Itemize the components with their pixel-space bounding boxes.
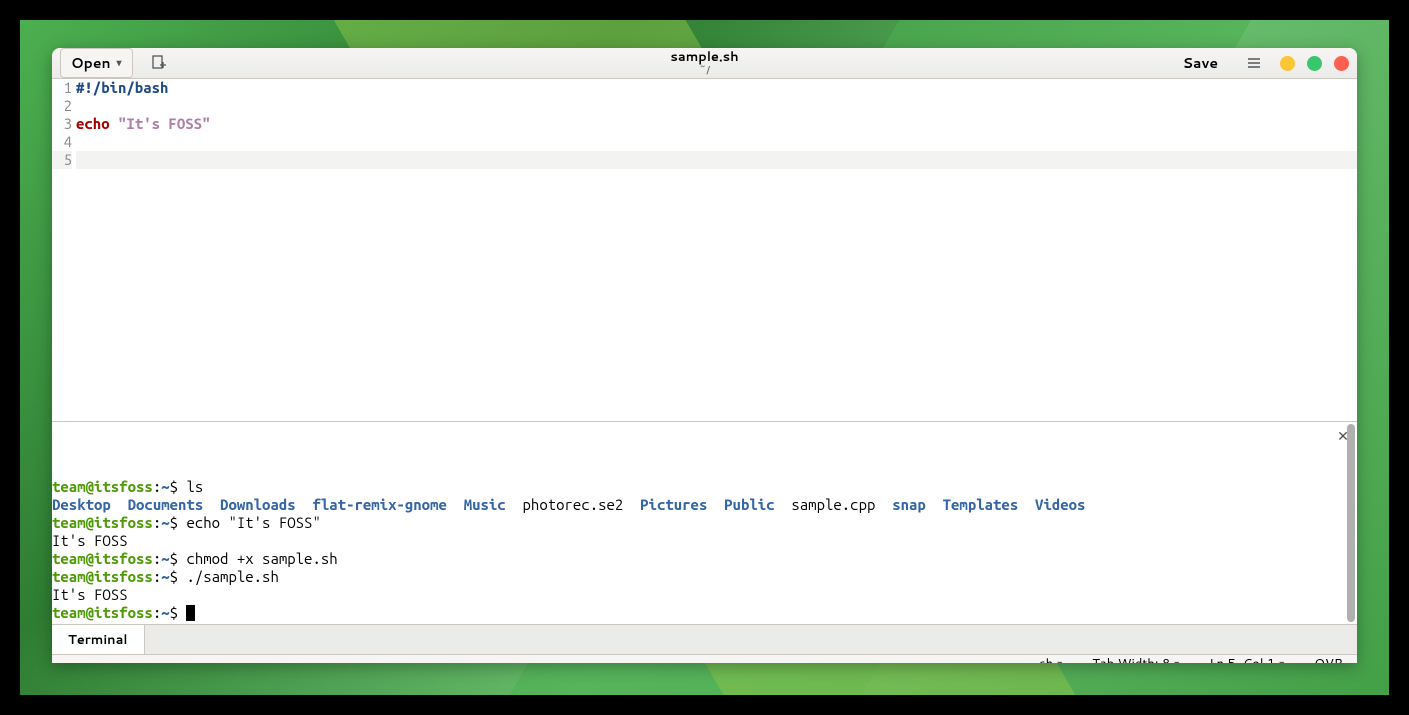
chevron-down-icon: ▾	[1057, 657, 1062, 663]
terminal-line: team@itsfoss:~$ echo "It's FOSS"	[52, 514, 1357, 532]
titlebar-left: Open ▾	[60, 48, 173, 78]
terminal-tab[interactable]: Terminal	[52, 625, 145, 654]
code-content[interactable]: #!/bin/bash echo "It's FOSS"	[76, 79, 1357, 421]
close-button[interactable]	[1334, 56, 1349, 71]
line-number: 4	[52, 133, 72, 151]
titlebar: Open ▾ sample.sh ~/ Save	[52, 48, 1357, 79]
open-button[interactable]: Open ▾	[60, 48, 133, 78]
terminal-scrollbar[interactable]	[1347, 424, 1355, 622]
minimize-button[interactable]	[1280, 56, 1295, 71]
ls-entry: Music	[464, 496, 506, 513]
statusbar: sh ▾ Tab Width: 8 ▾ Ln 5, Col 1 ▾ OVR	[52, 654, 1357, 663]
code-line[interactable]	[76, 151, 1357, 169]
line-number: 2	[52, 97, 72, 115]
maximize-button[interactable]	[1307, 56, 1322, 71]
ls-entry: Pictures	[640, 496, 707, 513]
gedit-window: Open ▾ sample.sh ~/ Save	[52, 48, 1357, 663]
status-insert-mode[interactable]: OVR	[1314, 655, 1343, 663]
terminal-line: Desktop Documents Downloads flat-remix-g…	[52, 496, 1357, 514]
ls-entry: Documents	[128, 496, 204, 513]
code-line[interactable]: #!/bin/bash	[76, 79, 1357, 97]
ls-entry: snap	[892, 496, 926, 513]
ls-entry: Videos	[1035, 496, 1085, 513]
code-line[interactable]	[76, 133, 1357, 151]
editor-area[interactable]: 12345 #!/bin/bash echo "It's FOSS"	[52, 79, 1357, 421]
status-tabwidth-label: Tab Width: 8	[1092, 655, 1170, 663]
ls-entry: flat-remix-gnome	[312, 496, 446, 513]
status-position[interactable]: Ln 5, Col 1 ▾	[1209, 655, 1284, 663]
terminal-close-button[interactable]: ✕	[1331, 424, 1355, 448]
code-line[interactable]: echo "It's FOSS"	[76, 115, 1357, 133]
status-language-label: sh	[1039, 655, 1053, 663]
ls-entry: Templates	[943, 496, 1019, 513]
window-controls	[1280, 56, 1349, 71]
terminal-pane: ✕ team@itsfoss:~$ lsDesktop Documents Do…	[52, 421, 1357, 654]
terminal-line: It's FOSS	[52, 532, 1357, 550]
terminal-line: team@itsfoss:~$	[52, 604, 1357, 622]
status-tabwidth[interactable]: Tab Width: 8 ▾	[1092, 655, 1179, 663]
line-gutter: 12345	[52, 79, 76, 421]
terminal-line: It's FOSS	[52, 586, 1357, 604]
chevron-down-icon: ▾	[1174, 657, 1179, 663]
line-number: 3	[52, 115, 72, 133]
new-tab-button[interactable]	[145, 51, 173, 75]
hamburger-menu-button[interactable]	[1242, 51, 1266, 75]
terminal-cursor	[186, 605, 195, 621]
new-document-icon	[151, 55, 167, 71]
ls-entry: Public	[724, 496, 774, 513]
ls-entry: Desktop	[52, 496, 111, 513]
ls-entry: photorec.se2	[523, 496, 624, 513]
chevron-down-icon: ▾	[117, 56, 122, 70]
status-mode-label: OVR	[1314, 655, 1343, 663]
title-path: ~/	[670, 64, 738, 76]
ls-entry: Downloads	[220, 496, 296, 513]
save-button[interactable]: Save	[1173, 49, 1228, 77]
status-language[interactable]: sh ▾	[1039, 655, 1062, 663]
chevron-down-icon: ▾	[1279, 657, 1284, 663]
status-position-label: Ln 5, Col 1	[1209, 655, 1275, 663]
code-line[interactable]	[76, 97, 1357, 115]
terminal-line: team@itsfoss:~$ ls	[52, 478, 1357, 496]
line-number: 1	[52, 79, 72, 97]
titlebar-right: Save	[1173, 49, 1349, 77]
open-button-label: Open	[71, 53, 111, 73]
terminal-line: team@itsfoss:~$ chmod +x sample.sh	[52, 550, 1357, 568]
bottom-panel-tabs: Terminal	[52, 624, 1357, 654]
ls-entry: sample.cpp	[791, 496, 875, 513]
terminal-output[interactable]: team@itsfoss:~$ lsDesktop Documents Down…	[52, 422, 1357, 624]
hamburger-icon	[1246, 55, 1262, 71]
line-number: 5	[52, 151, 72, 169]
titlebar-center: sample.sh ~/	[670, 50, 738, 76]
terminal-line: team@itsfoss:~$ ./sample.sh	[52, 568, 1357, 586]
